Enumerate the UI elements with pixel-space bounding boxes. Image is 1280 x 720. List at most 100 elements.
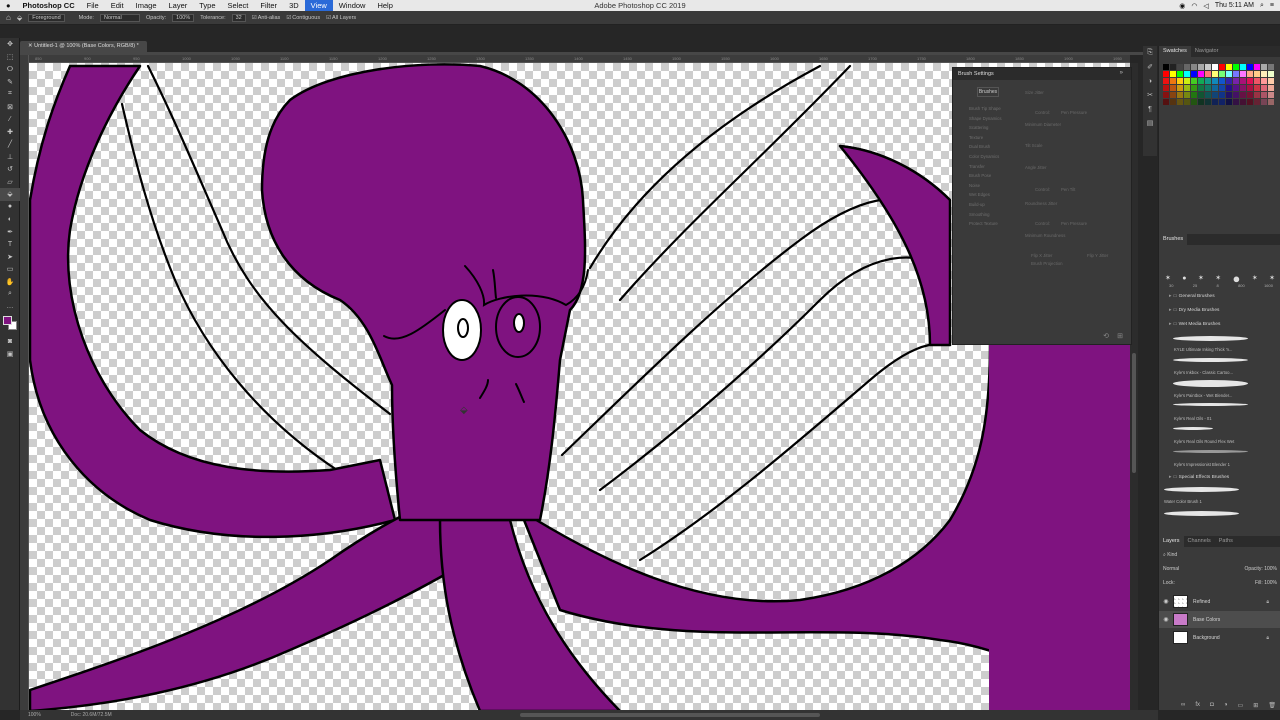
dodge-tool-icon[interactable]: ◐ [0,213,20,226]
crop-tool-icon[interactable]: ⌗ [0,88,20,101]
delete-layer-icon[interactable]: 🗑︎ [1268,702,1276,709]
color-swatch[interactable] [1219,92,1225,98]
add-mask-icon[interactable]: ◘ [1210,702,1214,709]
brush-stroke-preview[interactable] [1173,358,1248,362]
tab-paths[interactable]: Paths [1215,536,1237,547]
brush-setting-option[interactable]: Build-up [969,202,985,207]
layer-row-refined[interactable]: ◉ Refined 🔒︎ [1159,593,1280,610]
brush-setting-control[interactable]: Control: [1035,110,1050,115]
brush-stroke-preview[interactable] [1173,403,1248,406]
color-swatch[interactable] [1261,92,1267,98]
brush-setting-option[interactable]: Texture [969,135,983,140]
brush-setting-control[interactable]: Control: [1035,187,1050,192]
brush-setting-option[interactable]: Scattering [969,125,988,130]
color-swatch[interactable] [1184,64,1190,70]
color-swatch[interactable] [1163,71,1169,77]
brush-setting-control[interactable]: Pen Pressure [1061,221,1087,226]
brush-setting-option[interactable]: Wet Edges [969,192,990,197]
move-tool-icon[interactable]: ✥ [0,38,20,51]
brush-preset-7[interactable]: ✶ [1269,274,1275,282]
tab-channels[interactable]: Channels [1184,536,1215,547]
color-swatch[interactable] [1177,64,1183,70]
folder-general-brushes[interactable]: General Brushes [1169,294,1215,299]
paragraph-icon[interactable]: ¶ [1143,102,1157,116]
more-tools-icon[interactable]: … [0,301,20,314]
color-swatch[interactable] [1205,99,1211,105]
all-layers-checkbox[interactable]: All Layers [326,15,356,21]
search-icon[interactable]: ⌕ [1260,2,1264,10]
color-swatch[interactable] [1163,99,1169,105]
fill-field[interactable]: 100% [1264,580,1277,586]
blend-mode-dropdown[interactable]: Normal [1163,566,1179,572]
menu-edit[interactable]: Edit [105,0,130,11]
color-swatch[interactable] [1233,85,1239,91]
color-swatch[interactable] [1170,99,1176,105]
color-swatch[interactable] [1219,78,1225,84]
tab-layers[interactable]: Layers [1159,536,1184,547]
brush-preset-6[interactable]: ✶ [1252,274,1258,282]
brush-stroke-preview[interactable] [1173,450,1248,453]
menu-view[interactable]: View [304,0,333,11]
history-brush-tool-icon[interactable]: ↺ [0,163,20,176]
folder-special-effects-brushes[interactable]: Special Effects Brushes [1169,475,1230,480]
color-swatch[interactable] [1233,78,1239,84]
color-swatch[interactable] [1226,71,1232,77]
layer-style-icon[interactable]: fx [1195,702,1200,709]
color-swatch[interactable] [1212,92,1218,98]
brush-item[interactable]: Kyle's Paintbox - Wet Blender... [1174,393,1232,398]
color-swatch[interactable] [1247,64,1253,70]
menu-window[interactable]: Window [333,0,372,11]
link-layers-icon[interactable]: ∞ [1181,702,1185,709]
color-swatch[interactable] [1163,85,1169,91]
type-tool-icon[interactable]: T [0,238,20,251]
brush-stroke-preview[interactable] [1164,511,1239,516]
brush-setting-option[interactable]: Noise [969,183,980,188]
menu-file[interactable]: File [81,0,105,11]
brush-setting-control[interactable]: Flip Y Jitter [1087,253,1108,258]
color-swatch[interactable] [1170,78,1176,84]
create-brush-icon[interactable]: ⊞ [1117,332,1123,340]
color-swatch[interactable] [1212,64,1218,70]
mode-dropdown[interactable]: Normal [99,13,140,22]
menu-image[interactable]: Image [130,0,163,11]
clock[interactable]: Thu 5:11 AM [1215,2,1254,9]
color-swatch[interactable] [1261,71,1267,77]
color-swatch[interactable] [1254,71,1260,77]
brush-setting-option[interactable]: Color Dynamics [969,154,999,159]
color-swatch[interactable] [1247,71,1253,77]
brush-setting-option[interactable]: Protect Texture [969,221,998,226]
blur-tool-icon[interactable]: ● [0,201,20,214]
color-swatch[interactable] [1247,92,1253,98]
color-swatch[interactable] [1268,64,1274,70]
foreground-color-swatch[interactable] [3,316,12,325]
brush-setting-control[interactable]: Pen Tilt [1061,187,1075,192]
color-swatch[interactable] [1268,92,1274,98]
color-swatch[interactable] [1212,78,1218,84]
vertical-scroll-thumb[interactable] [1132,353,1136,473]
zoom-level[interactable]: 100% [28,710,41,720]
healing-brush-tool-icon[interactable]: ✚ [0,126,20,139]
color-swatch[interactable] [1254,85,1260,91]
color-swatch[interactable] [1261,64,1267,70]
color-swatch[interactable] [1226,92,1232,98]
color-swatch[interactable] [1254,92,1260,98]
brushes-button[interactable]: Brushes [977,87,999,97]
color-swatch[interactable] [1247,85,1253,91]
color-swatch[interactable] [1226,99,1232,105]
color-swatch[interactable] [1163,92,1169,98]
brush-setting-control[interactable]: Size Jitter [1025,90,1044,95]
brush-setting-option[interactable]: Smoothing [969,212,990,217]
rectangle-tool-icon[interactable]: ▭ [0,263,20,276]
eyedropper-tool-icon[interactable]: ⁄ [0,113,20,126]
brush-setting-control[interactable]: Angle Jitter [1025,165,1047,170]
brush-item[interactable]: Kyle's Impressionist Blender 1 [1174,462,1230,467]
color-swatch[interactable] [1261,99,1267,105]
wifi-icon[interactable]: ◠ [1191,2,1197,10]
brush-stroke-preview[interactable] [1173,427,1213,430]
paint-bucket-tool-icon[interactable]: ⬙ [0,188,20,201]
screen-mode-icon[interactable]: ▣ [0,348,20,361]
color-swatch[interactable] [1184,92,1190,98]
color-swatch[interactable] [1226,85,1232,91]
layer-row-background[interactable]: Background 🔒︎ [1159,629,1280,646]
menu-list-icon[interactable]: ≡ [1270,2,1274,9]
